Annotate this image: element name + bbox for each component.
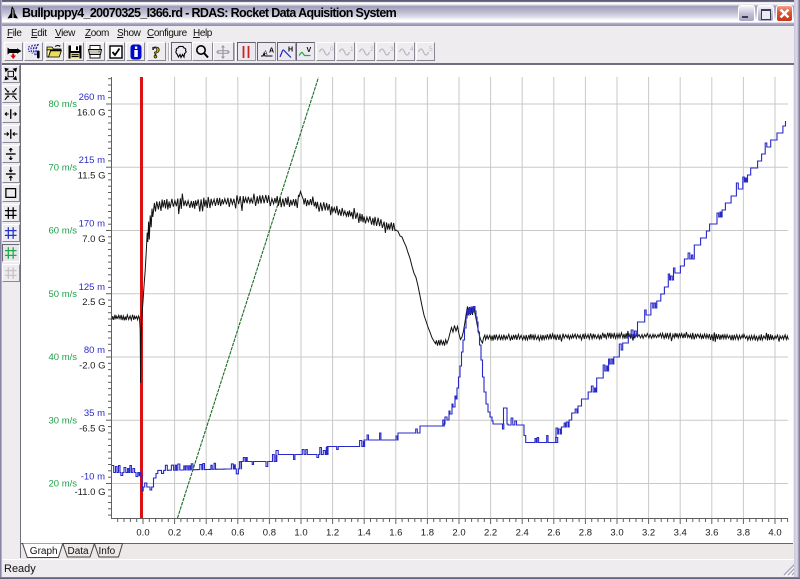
- svg-text:-6.5 G: -6.5 G: [79, 424, 105, 435]
- svg-text:2.8: 2.8: [579, 528, 592, 539]
- svg-text:Graph: Graph: [30, 546, 58, 557]
- svg-text:35 m: 35 m: [84, 408, 105, 419]
- svg-text:?: ?: [152, 44, 161, 60]
- svg-text:3.0: 3.0: [610, 528, 623, 539]
- svg-text:2.6: 2.6: [547, 528, 560, 539]
- svg-text:Info: Info: [99, 546, 116, 557]
- svg-text:2.2: 2.2: [484, 528, 497, 539]
- svg-text:215 m: 215 m: [79, 155, 105, 166]
- svg-text:H: H: [288, 46, 293, 53]
- svg-text:1: 1: [350, 46, 354, 53]
- svg-text:4: 4: [410, 46, 414, 53]
- svg-text:80 m: 80 m: [84, 345, 105, 356]
- svg-text:3.8: 3.8: [737, 528, 750, 539]
- svg-text:16.0 G: 16.0 G: [77, 107, 106, 118]
- svg-text:2: 2: [370, 46, 374, 53]
- svg-text:80 m/s: 80 m/s: [48, 99, 77, 110]
- svg-text:40 m/s: 40 m/s: [48, 352, 77, 363]
- svg-text:50 m/s: 50 m/s: [48, 289, 77, 300]
- svg-text:170 m: 170 m: [79, 219, 105, 230]
- svg-text:30 m/s: 30 m/s: [48, 415, 77, 426]
- svg-text:3.4: 3.4: [674, 528, 687, 539]
- svg-text:4.0: 4.0: [768, 528, 781, 539]
- svg-text:2.5 G: 2.5 G: [82, 297, 105, 308]
- svg-text:1.2: 1.2: [326, 528, 339, 539]
- svg-text:1.0: 1.0: [294, 528, 307, 539]
- svg-text:20 m/s: 20 m/s: [48, 479, 77, 490]
- svg-text:V: V: [307, 47, 312, 54]
- svg-text:0: 0: [330, 46, 334, 53]
- svg-text:-2.0 G: -2.0 G: [79, 360, 105, 371]
- svg-text:1.4: 1.4: [358, 528, 371, 539]
- svg-text:5: 5: [429, 46, 433, 53]
- svg-text:125 m: 125 m: [79, 282, 105, 293]
- svg-text:7.0 G: 7.0 G: [82, 234, 105, 245]
- svg-text:0.4: 0.4: [200, 528, 213, 539]
- svg-text:60 m/s: 60 m/s: [48, 226, 77, 237]
- svg-text:-10 m: -10 m: [81, 472, 105, 483]
- svg-text:-11.0 G: -11.0 G: [75, 487, 106, 498]
- svg-text:3.2: 3.2: [642, 528, 655, 539]
- svg-text:A: A: [269, 47, 274, 54]
- svg-text:260 m: 260 m: [79, 92, 105, 103]
- svg-text:1.8: 1.8: [421, 528, 434, 539]
- svg-text:0.6: 0.6: [231, 528, 244, 539]
- svg-text:2.4: 2.4: [516, 528, 529, 539]
- svg-text:0.8: 0.8: [263, 528, 276, 539]
- svg-text:2.0: 2.0: [452, 528, 465, 539]
- svg-text:11.5 G: 11.5 G: [78, 171, 106, 182]
- svg-text:3: 3: [390, 46, 394, 53]
- svg-text:Data: Data: [68, 546, 90, 557]
- svg-text:1.6: 1.6: [389, 528, 402, 539]
- svg-text:3.6: 3.6: [705, 528, 718, 539]
- svg-text:0.0: 0.0: [136, 528, 149, 539]
- svg-text:70 m/s: 70 m/s: [48, 162, 77, 173]
- svg-text:0.2: 0.2: [168, 528, 181, 539]
- svg-text:A: A: [263, 51, 267, 57]
